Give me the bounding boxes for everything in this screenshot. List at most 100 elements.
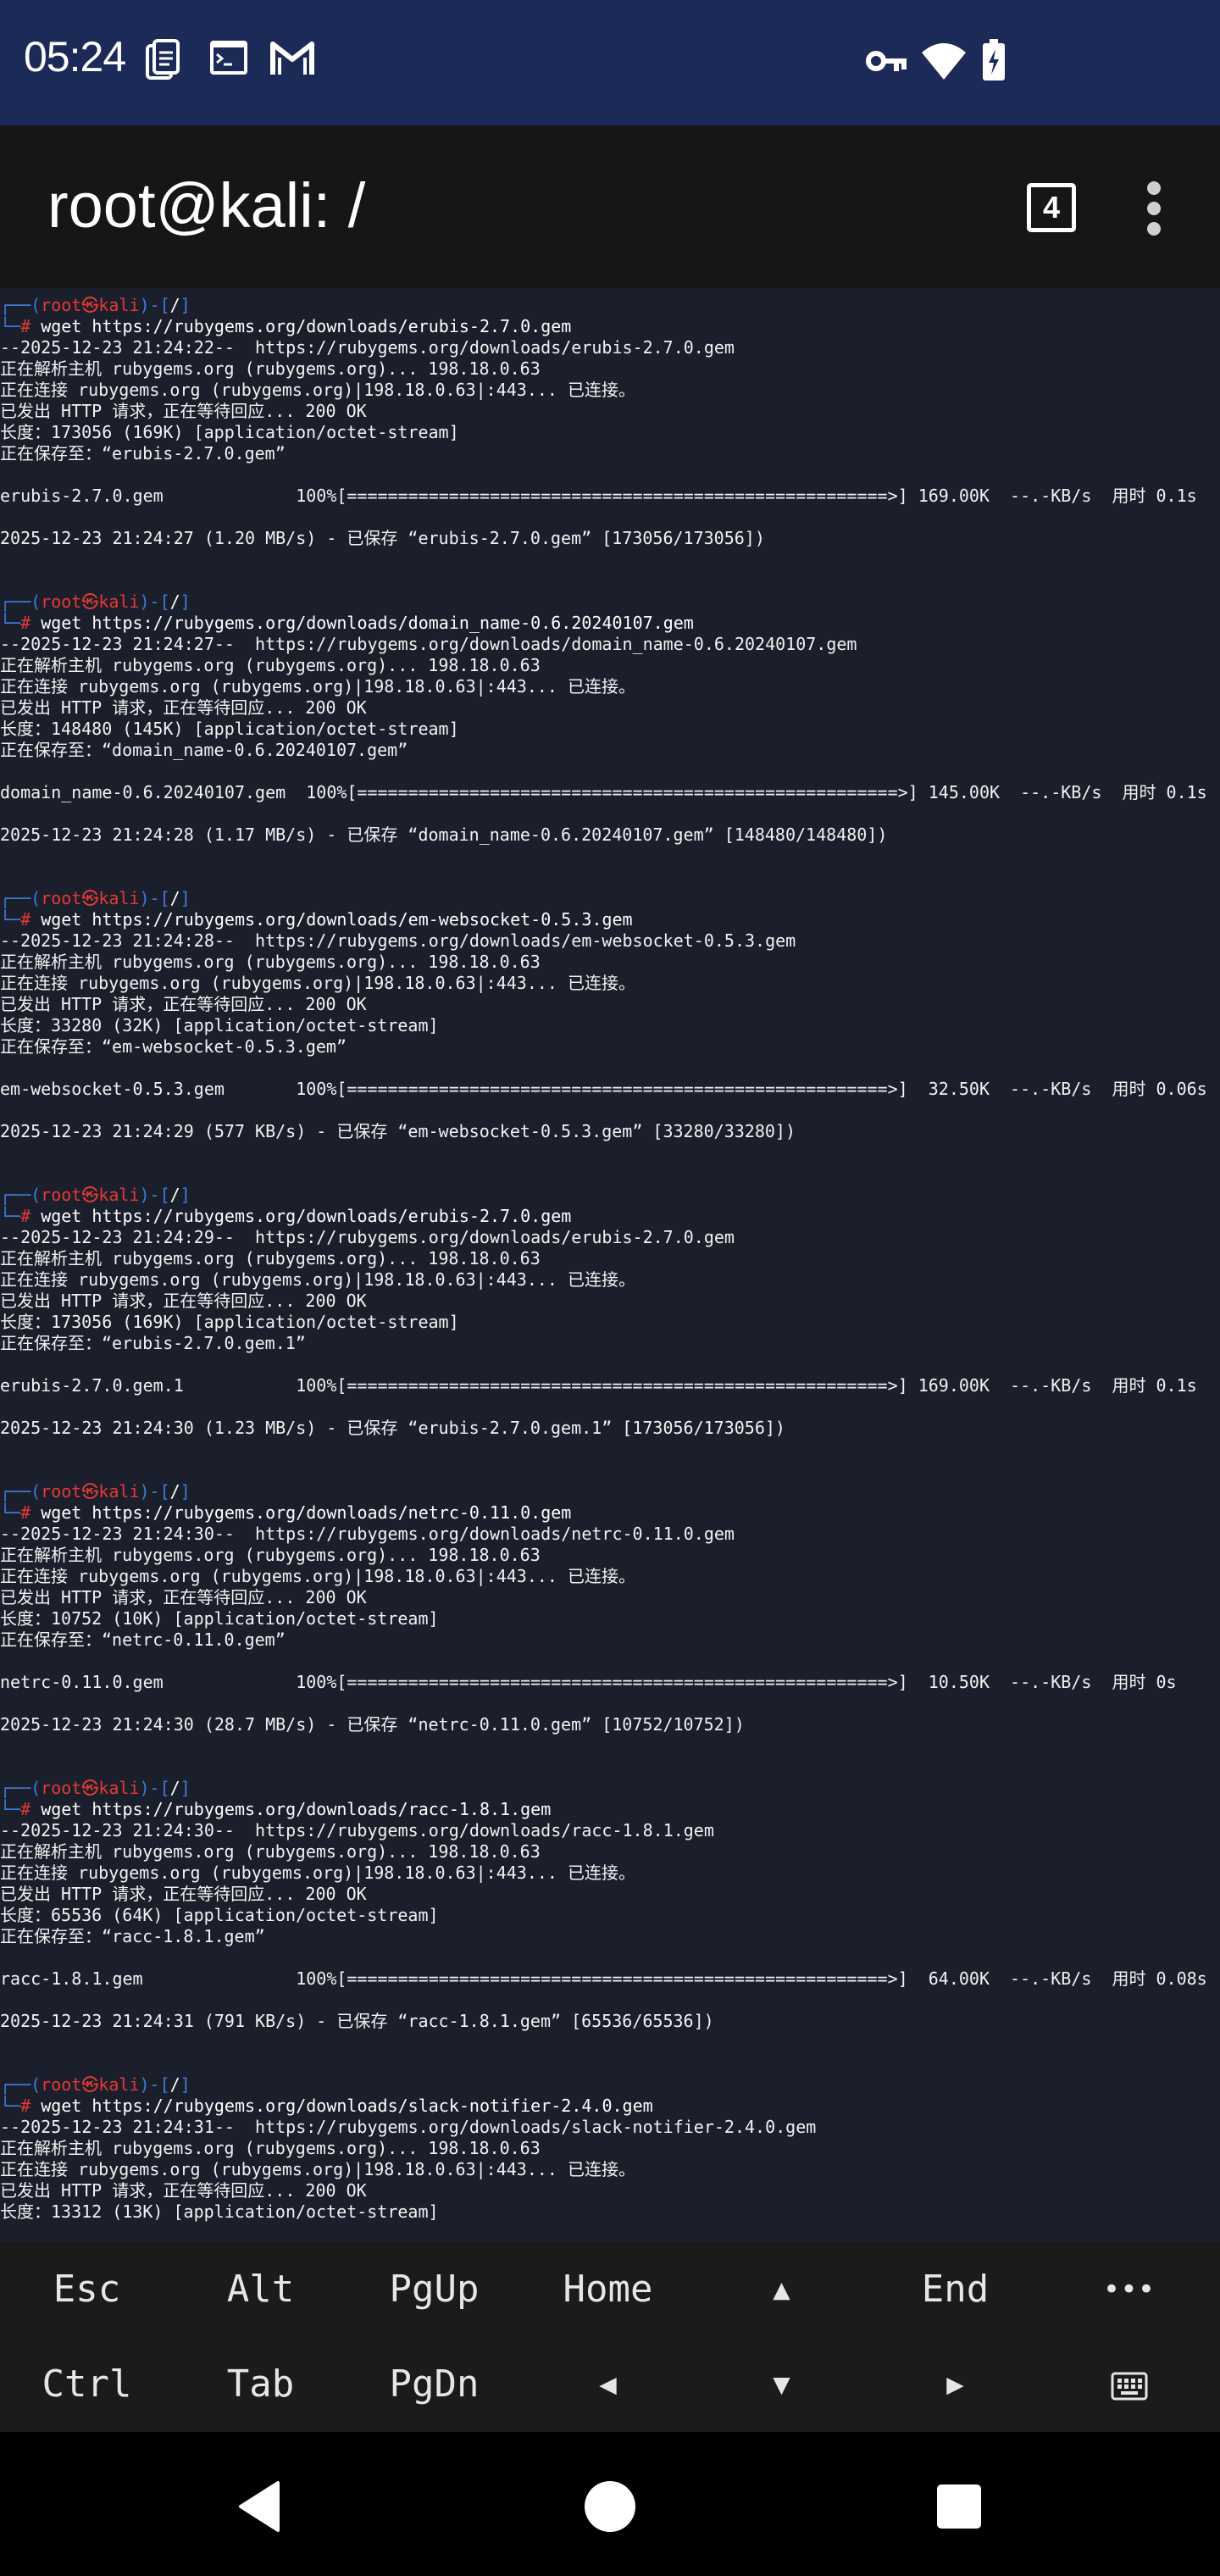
prompt-host: kali [98,591,140,612]
prompt-frame: ] [180,1778,191,1798]
terminal-line-text: 正在连接 rubygems.org (rubygems.org)|198.18.… [0,2159,636,2179]
terminal-line: 已发出 HTTP 请求，正在等待回应... 200 OK [0,1884,1220,1905]
terminal-line-text: --2025-12-23 21:24:31-- https://rubygems… [0,2117,817,2137]
prompt-symbol: ㉿ [81,888,99,908]
pgdn-key[interactable]: PgDn [347,2337,521,2432]
prompt-header: ┌──(root㉿kali)-[/] [0,888,1220,909]
prompt-frame: └─ [0,316,21,336]
prompt-frame: └─ [0,1502,21,1523]
terminal-line-text: 正在解析主机 rubygems.org (rubygems.org)... 19… [0,1248,541,1269]
prompt-command-line: └─# wget https://rubygems.org/downloads/… [0,613,1220,634]
more-vert-icon[interactable] [1139,181,1169,236]
pgup-key[interactable]: PgUp [347,2242,521,2337]
arrow-right-key[interactable]: ▶ [868,2337,1042,2432]
home-icon[interactable] [576,2473,644,2540]
prompt-cwd: / [169,1778,180,1798]
prompt-frame: └─ [0,1799,21,1819]
prompt-frame: ┌──( [0,591,42,612]
terminal-line: 长度：10752 (10K) [application/octet-stream… [0,1608,1220,1629]
tab-key[interactable]: Tab [174,2337,347,2432]
more-keys-button[interactable]: ••• [1042,2242,1216,2337]
arrow-down-key[interactable]: ▼ [695,2337,868,2432]
navigation-bar [0,2432,1220,2576]
prompt-frame: )-[ [139,295,170,315]
prompt-host: kali [98,1185,140,1205]
terminal-line-text: --2025-12-23 21:24:29-- https://rubygems… [0,1227,735,1247]
command-text: wget https://rubygems.org/downloads/em-w… [41,909,633,930]
session-title: root@kali: / [47,170,366,241]
terminal-line: 已发出 HTTP 请求，正在等待回应... 200 OK [0,2180,1220,2201]
terminal-line-text: 长度：10752 (10K) [application/octet-stream… [0,1608,439,1629]
prompt-frame: )-[ [139,1481,170,1502]
terminal-line: 正在解析主机 rubygems.org (rubygems.org)... 19… [0,952,1220,973]
terminal-line: 正在连接 rubygems.org (rubygems.org)|198.18.… [0,973,1220,994]
prompt-host: kali [98,1778,140,1798]
prompt-frame: )-[ [139,2074,170,2095]
terminal-line-text: 正在解析主机 rubygems.org (rubygems.org)... 19… [0,2138,541,2158]
terminal-line: 长度：65536 (64K) [application/octet-stream… [0,1905,1220,1926]
terminal-line-text: 正在保存至：“domain_name-0.6.20240107.gem” [0,740,408,760]
terminal-line-text: erubis-2.7.0.gem.1 100%[================… [0,1375,1197,1396]
terminal-line: 已发出 HTTP 请求，正在等待回应... 200 OK [0,1291,1220,1312]
prompt-symbol: ㉿ [81,1481,99,1502]
prompt-frame: )-[ [139,591,170,612]
vpn-key-icon [866,44,908,81]
end-key[interactable]: End [868,2242,1042,2337]
terminal-line: --2025-12-23 21:24:30-- https://rubygems… [0,1524,1220,1545]
recents-icon[interactable] [925,2473,993,2540]
terminal-line: 正在保存至：“netrc-0.11.0.gem” [0,1629,1220,1651]
prompt-frame: )-[ [139,1778,170,1798]
command-text: wget https://rubygems.org/downloads/erub… [41,1206,572,1226]
terminal-line-text: --2025-12-23 21:24:30-- https://rubygems… [0,1524,735,1544]
terminal-line-text: --2025-12-23 21:24:22-- https://rubygems… [0,337,735,358]
terminal-line: 正在保存至：“domain_name-0.6.20240107.gem” [0,740,1220,761]
alt-key[interactable]: Alt [174,2242,347,2337]
prompt-user: root [41,1778,82,1798]
prompt-frame: ] [180,2074,191,2095]
terminal-line-text: 长度：33280 (32K) [application/octet-stream… [0,1015,439,1035]
terminal-line-text: 正在解析主机 rubygems.org (rubygems.org)... 19… [0,1841,541,1862]
prompt-user: root [41,295,82,315]
terminal-line: --2025-12-23 21:24:28-- https://rubygems… [0,930,1220,952]
terminal-line: 长度：13312 (13K) [application/octet-stream… [0,2201,1220,2223]
terminal-line: --2025-12-23 21:24:29-- https://rubygems… [0,1227,1220,1248]
terminal-view[interactable]: ┌──(root㉿kali)-[/] └─# wget https://rubyg… [0,288,1220,2242]
terminal-line: 正在保存至：“racc-1.8.1.gem” [0,1926,1220,1947]
prompt-hash: # [20,909,42,930]
command-text: wget https://rubygems.org/downloads/racc… [41,1799,552,1819]
terminal-line-text: --2025-12-23 21:24:28-- https://rubygems… [0,930,796,951]
prompt-frame: ] [180,888,191,908]
home-key[interactable]: Home [521,2242,695,2337]
arrow-left-key[interactable]: ◀ [521,2337,695,2432]
arrow-up-key[interactable]: ▲ [695,2242,868,2337]
terminal-line: netrc-0.11.0.gem 100%[==================… [0,1672,1220,1693]
terminal-line-text: 长度：173056 (169K) [application/octet-stre… [0,422,459,442]
terminal-line: 已发出 HTTP 请求，正在等待回应... 200 OK [0,401,1220,422]
prompt-cwd: / [169,2074,180,2095]
terminal-line-text: 正在保存至：“em-websocket-0.5.3.gem” [0,1036,347,1057]
ctrl-key[interactable]: Ctrl [0,2337,174,2432]
terminal-line-text: 正在保存至：“racc-1.8.1.gem” [0,1926,265,1946]
back-icon[interactable] [229,2473,297,2540]
prompt-frame: ] [180,295,191,315]
terminal-line: --2025-12-23 21:24:31-- https://rubygems… [0,2117,1220,2138]
prompt-frame: )-[ [139,1185,170,1205]
terminal-line-text: 正在连接 rubygems.org (rubygems.org)|198.18.… [0,676,636,697]
terminal-line: 长度：173056 (169K) [application/octet-stre… [0,1312,1220,1333]
prompt-frame: └─ [0,1206,21,1226]
gmail-icon [269,37,315,85]
prompt-cwd: / [169,591,180,612]
session-count-button[interactable]: 4 [1027,183,1076,232]
terminal-line: 正在连接 rubygems.org (rubygems.org)|198.18.… [0,1566,1220,1587]
status-time: 05:24 [24,33,126,80]
esc-key[interactable]: Esc [0,2242,174,2337]
prompt-header: ┌──(root㉿kali)-[/] [0,2074,1220,2096]
keyboard-icon[interactable] [1042,2337,1216,2432]
